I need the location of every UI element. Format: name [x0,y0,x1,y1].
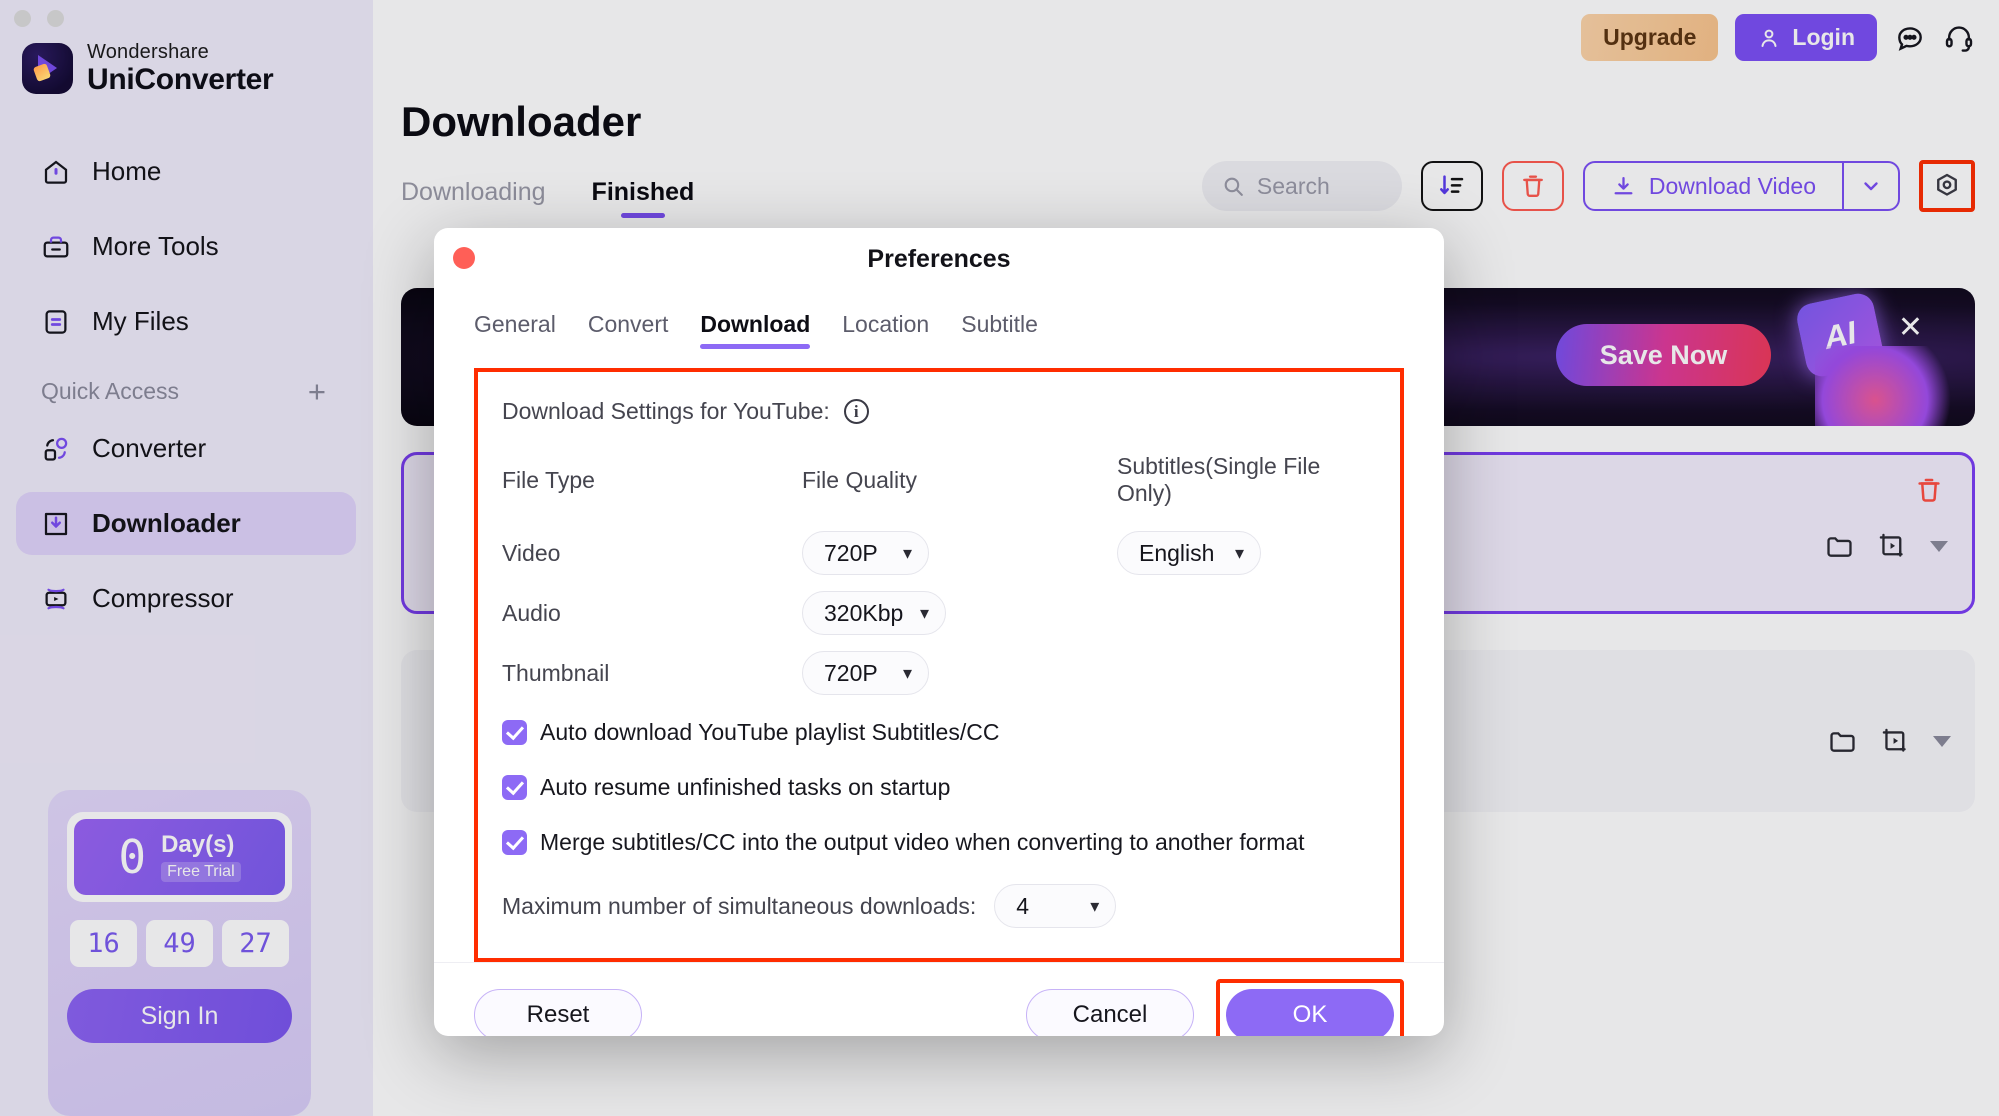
dialog-header: Preferences [434,228,1444,290]
audio-quality-select[interactable]: 320Kbp ▾ [802,591,946,635]
chevron-down-icon: ▾ [1234,542,1244,563]
tab-location[interactable]: Location [842,311,929,346]
subtitle-language-select[interactable]: English ▾ [1117,531,1261,575]
close-dialog-button[interactable] [453,247,475,269]
row-label-thumbnail: Thumbnail [502,659,610,686]
tab-download[interactable]: Download [700,311,810,349]
max-downloads-label: Maximum number of simultaneous downloads… [502,892,977,919]
section-header: Download Settings for YouTube: i [502,398,1376,425]
max-downloads-select[interactable]: 4 ▾ [994,884,1117,928]
chevron-down-icon: ▾ [1090,895,1100,916]
dialog-body: Download Settings for YouTube: i File Ty… [434,346,1444,962]
app-window: Wondershare UniConverter Home More Tools [0,0,1999,1116]
checkbox-label: Auto resume unfinished tasks on startup [540,774,951,800]
ok-button-highlight: OK [1216,978,1404,1036]
checkbox-label: Auto download YouTube playlist Subtitles… [540,719,1000,745]
reset-button[interactable]: Reset [474,988,642,1036]
tab-general[interactable]: General [474,311,556,346]
dialog-footer: Reset Cancel OK [434,962,1444,1036]
audio-quality-value: 320Kbp [824,599,904,626]
tab-convert[interactable]: Convert [588,311,669,346]
chevron-down-icon: ▾ [919,602,929,623]
cancel-button[interactable]: Cancel [1026,988,1194,1036]
checkbox-label: Merge subtitles/CC into the output video… [540,829,1305,855]
column-header-file-type: File Type [502,466,595,493]
auto-resume-tasks-checkbox[interactable] [502,775,527,800]
chevron-down-icon: ▾ [902,662,912,683]
column-header-file-quality: File Quality [802,466,918,493]
tab-subtitle[interactable]: Subtitle [961,311,1038,346]
download-options-checkboxes: Auto download YouTube playlist Subtitles… [502,719,1376,856]
merge-subtitles-checkbox[interactable] [502,830,527,855]
subtitle-language-value: English [1139,539,1215,566]
checkbox-row[interactable]: Merge subtitles/CC into the output video… [502,829,1376,856]
thumbnail-quality-value: 720P [824,659,878,686]
max-downloads-value: 4 [1016,892,1030,919]
max-downloads-row: Maximum number of simultaneous downloads… [502,884,1376,928]
chevron-down-icon: ▾ [902,542,912,563]
row-label-audio: Audio [502,599,561,626]
auto-download-subtitles-checkbox[interactable] [502,720,527,745]
checkbox-row[interactable]: Auto resume unfinished tasks on startup [502,774,1376,801]
info-icon[interactable]: i [843,399,869,424]
column-header-subtitles: Subtitles(Single File Only) [1117,453,1321,506]
row-label-video: Video [502,539,561,566]
section-title: Download Settings for YouTube: [502,398,830,424]
ok-button[interactable]: OK [1226,988,1394,1036]
download-settings-grid: File Type File Quality Subtitles(Single … [502,453,1376,699]
download-settings-panel: Download Settings for YouTube: i File Ty… [474,368,1404,962]
preferences-dialog: Preferences General Convert Download Loc… [434,228,1444,1036]
dialog-tabs: General Convert Download Location Subtit… [434,290,1444,349]
video-quality-select[interactable]: 720P ▾ [802,531,929,575]
checkbox-row[interactable]: Auto download YouTube playlist Subtitles… [502,719,1376,746]
thumbnail-quality-select[interactable]: 720P ▾ [802,651,929,695]
dialog-title: Preferences [867,245,1011,273]
video-quality-value: 720P [824,539,878,566]
